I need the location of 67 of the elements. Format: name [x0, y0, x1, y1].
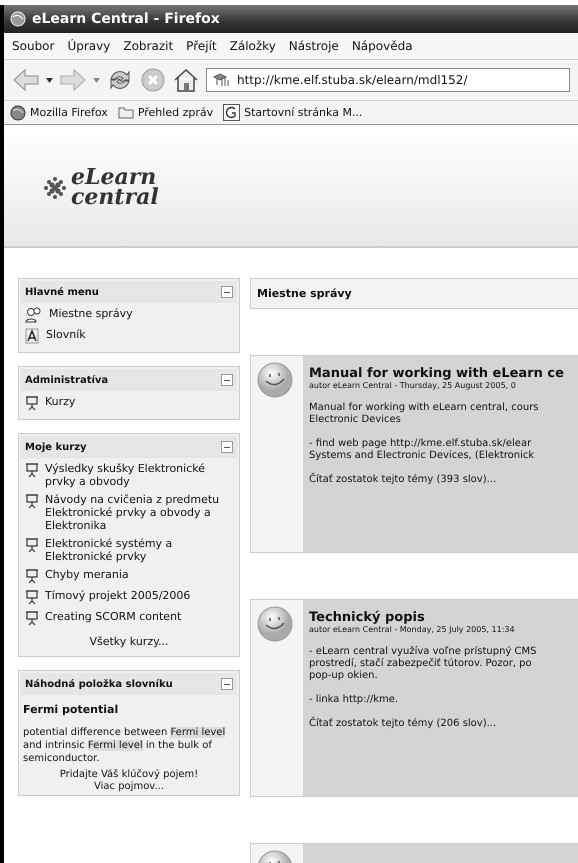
glossary-icon	[25, 328, 40, 344]
smiley-avatar-icon	[257, 606, 293, 642]
easel-icon	[25, 462, 39, 478]
easel-icon	[25, 493, 39, 509]
post-paragraph: - linka http://kme.	[309, 694, 400, 706]
post-byline: autor eLearn Central - Monday, 25 July 2005, 11:34	[309, 625, 516, 634]
block-title: Hlavné menu	[25, 286, 99, 298]
easel-icon	[25, 568, 39, 584]
post-paragraph: - eLearn central využíva voľne prístupný CMS prostredí, stačí zabezpečiť tútorov. Pozor, po pop-up okien.	[309, 646, 538, 682]
glossary-definition: potential difference between Fermi level and intrinsic Fermi level in the bulk of semiconductor.	[22, 726, 226, 766]
post-paragraph: Manual for working with eLearn central, cours Electronic Devices	[309, 402, 540, 426]
sidebar-link[interactable]: Elektronické systémy a Elektronické prvky	[45, 537, 233, 563]
home-icon[interactable]	[172, 67, 200, 93]
sidebar-link[interactable]: Chyby merania	[45, 568, 129, 581]
block-title: Náhodná položka slovníku	[25, 678, 173, 690]
globe-icon	[10, 104, 26, 120]
sidebar-link[interactable]: Creating SCORM content	[45, 610, 182, 623]
easel-icon	[25, 610, 39, 626]
sidebar-link[interactable]: Miestne správy	[49, 307, 133, 320]
menu-item[interactable]: Nápověda	[352, 39, 413, 53]
menu-item[interactable]: Úpravy	[67, 39, 110, 53]
sidebar-link[interactable]: Návody na cvičenia z predmetu Elektronické prvky a obvody a Elektronika	[45, 493, 233, 532]
back-arrow-icon[interactable]	[12, 68, 40, 92]
easel-icon	[25, 395, 39, 411]
site-icon	[213, 73, 231, 87]
dropdown-icon[interactable]	[46, 78, 53, 82]
collapse-button[interactable]	[221, 374, 233, 386]
menu-item[interactable]: Záložky	[230, 39, 276, 53]
section-title: Miestne správy	[250, 278, 578, 309]
sidebar-link[interactable]: Tímový projekt 2005/2006	[45, 589, 190, 602]
sidebar-link[interactable]: Kurzy	[45, 395, 76, 408]
block-title: Moje kurzy	[25, 442, 87, 452]
easel-icon	[25, 537, 39, 553]
collapse-button[interactable]	[221, 286, 233, 298]
all-courses-link[interactable]: Všetky kurzy...	[89, 635, 169, 648]
letter-g-icon	[223, 104, 240, 121]
glossary-term: Fermi potential	[22, 702, 120, 718]
globe-icon	[10, 11, 26, 27]
people-icon	[25, 307, 43, 323]
glossary-link[interactable]: Pridajte Váš klúčový pojem!	[60, 769, 198, 780]
smiley-avatar-icon	[257, 362, 293, 398]
menu-item[interactable]: Přejít	[186, 39, 217, 53]
sidebar-link[interactable]: Výsledky skušky Elektronické prvky a obvody	[45, 462, 233, 488]
block-title: Administratíva	[25, 374, 108, 386]
easel-icon	[25, 589, 39, 605]
logo-text: eLearn central	[71, 167, 159, 207]
post-paragraph: - find web page http://kme.elf.stuba.sk/elear Systems and Electronic Devices, (Elektronick	[309, 438, 536, 462]
post-title: Technický popis	[309, 610, 426, 625]
stop-icon[interactable]	[140, 67, 166, 93]
read-more-link[interactable]: Čítať zostatok tejto témy (206 slov)...	[309, 718, 496, 729]
window-title: eLearn Central - Firefox	[32, 11, 220, 27]
collapse-button[interactable]	[221, 441, 233, 453]
read-more-link[interactable]: Čítať zostatok tejto témy (393 slov)...	[309, 474, 496, 485]
folder-icon	[118, 106, 134, 119]
menu-item[interactable]: Soubor	[12, 39, 54, 53]
bookmark-link[interactable]: Startovní stránka M...	[244, 106, 362, 119]
sidebar-link[interactable]: Slovník	[46, 328, 86, 341]
post-byline: autor eLearn Central - Thursday, 25 August 2005, 0	[309, 381, 517, 390]
post-title: Manual for working with eLearn ce	[309, 366, 565, 381]
address-field[interactable]: http://kme.elf.stuba.sk/elearn/mdl152/	[206, 68, 570, 92]
collapse-button[interactable]	[221, 678, 233, 690]
menu-item[interactable]: Zobrazit	[123, 39, 174, 53]
dots-logo-icon	[42, 175, 68, 199]
menu-item[interactable]: Nástroje	[288, 39, 339, 53]
bookmark-link[interactable]: Přehled zpráv	[138, 106, 214, 119]
bookmark-link[interactable]: Mozilla Firefox	[30, 106, 108, 119]
glossary-link[interactable]: Viac pojmov...	[94, 781, 164, 792]
